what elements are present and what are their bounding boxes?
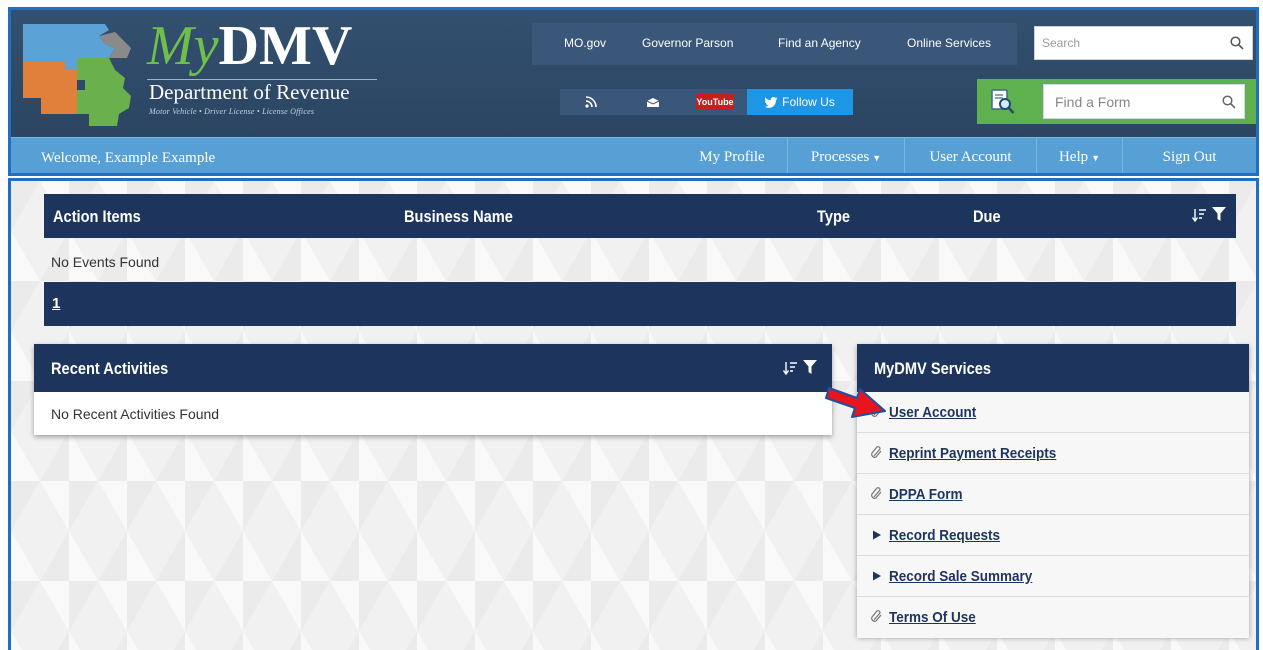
utility-link-governor[interactable]: Governor Parson — [642, 36, 733, 50]
utility-nav: MO.gov Governor Parson Find an Agency On… — [532, 23, 1017, 65]
search-icon[interactable] — [1230, 36, 1244, 50]
mydmv-services-header: MyDMV Services — [857, 344, 1249, 392]
logo-wordmark: MyDMV — [147, 16, 352, 76]
page-link-1[interactable]: 1 — [52, 295, 60, 312]
service-label[interactable]: DPPA Form — [889, 486, 963, 503]
site-search — [1034, 26, 1253, 60]
logo-my-text: My — [147, 15, 219, 77]
service-record-sale-summary[interactable]: Record Sale Summary — [857, 556, 1249, 597]
recent-activities-header: Recent Activities — [34, 344, 832, 392]
logo-dmv-text: DMV — [218, 15, 353, 77]
red-pointer-arrow-icon — [825, 387, 886, 418]
service-dppa-form[interactable]: DPPA Form — [857, 474, 1249, 515]
service-label[interactable]: Record Sale Summary — [889, 568, 1032, 585]
youtube-button[interactable]: YouTube — [684, 89, 746, 115]
rss-icon — [585, 96, 597, 108]
caret-down-icon: ▼ — [1091, 152, 1101, 163]
form-finder — [977, 79, 1256, 124]
service-user-account[interactable]: User Account — [857, 392, 1249, 433]
service-record-requests[interactable]: Record Requests — [857, 515, 1249, 556]
utility-link-online-services[interactable]: Online Services — [907, 36, 991, 50]
nav-help-label: Help — [1058, 149, 1089, 165]
rss-button[interactable] — [560, 89, 622, 115]
nav-my-profile[interactable]: My Profile — [677, 138, 787, 173]
expand-arrow-icon — [873, 571, 881, 581]
follow-us-button[interactable]: Follow Us — [747, 89, 853, 115]
recent-activities-tools — [783, 360, 817, 375]
mydmv-services-panel: MyDMV Services User Account Reprint Paym… — [857, 344, 1249, 638]
find-form-input[interactable] — [1044, 85, 1214, 118]
site-header: MyDMV Department of Revenue Motor Vehicl… — [8, 7, 1259, 176]
nav-help[interactable]: Help ▼ — [1036, 138, 1122, 173]
twitter-bird-icon — [765, 96, 778, 108]
action-items-table-header: Action Items Business Name Type Due — [44, 194, 1236, 238]
nav-processes-label: Processes — [810, 149, 870, 165]
caret-down-icon: ▼ — [872, 152, 882, 163]
recent-activities-panel: Recent Activities No Recent Activities F… — [34, 344, 832, 435]
mydmv-services-title: MyDMV Services — [874, 359, 992, 378]
action-items-pager: 1 — [44, 282, 1236, 326]
no-events-message: No Events Found — [51, 254, 160, 270]
service-label[interactable]: User Account — [889, 404, 976, 421]
service-label[interactable]: Record Requests — [889, 527, 1000, 544]
logo-subtitle: Motor Vehicle • Driver License • License… — [149, 107, 315, 116]
find-form-field — [1043, 84, 1245, 119]
header-top-bar: MyDMV Department of Revenue Motor Vehicl… — [11, 10, 1256, 137]
expand-arrow-icon — [873, 530, 881, 540]
mydmv-services-list: User Account Reprint Payment Receipts DP… — [857, 392, 1249, 638]
no-recent-activities-message: No Recent Activities Found — [51, 406, 220, 422]
recent-activities-title: Recent Activities — [51, 359, 169, 378]
filter-icon[interactable] — [803, 360, 817, 375]
link-icon — [871, 487, 882, 499]
follow-us-label: Follow Us — [782, 95, 835, 109]
column-business-name[interactable]: Business Name — [404, 207, 513, 227]
document-search-icon[interactable] — [991, 89, 1015, 115]
main-content: Action Items Business Name Type Due No E… — [8, 178, 1259, 650]
service-label[interactable]: Reprint Payment Receipts — [889, 445, 1056, 462]
nav-sign-out[interactable]: Sign Out — [1122, 138, 1256, 173]
nav-processes[interactable]: Processes ▼ — [787, 138, 904, 173]
search-input[interactable] — [1035, 27, 1225, 59]
mydmv-logo[interactable]: MyDMV Department of Revenue Motor Vehicl… — [19, 16, 399, 130]
service-terms-of-use[interactable]: Terms Of Use — [857, 597, 1249, 638]
column-type[interactable]: Type — [817, 207, 850, 227]
utility-link-find-agency[interactable]: Find an Agency — [778, 36, 861, 50]
service-label[interactable]: Terms Of Use — [889, 609, 976, 626]
column-action-items[interactable]: Action Items — [53, 207, 141, 227]
welcome-message: Welcome, Example Example — [41, 150, 216, 166]
service-reprint-payment-receipts[interactable]: Reprint Payment Receipts — [857, 433, 1249, 474]
sort-icon[interactable] — [1192, 208, 1206, 222]
utility-link-mo-gov[interactable]: MO.gov — [564, 36, 606, 50]
column-due[interactable]: Due — [973, 207, 1001, 227]
sort-icon[interactable] — [783, 361, 797, 375]
logo-department-text: Department of Revenue — [149, 80, 350, 104]
missouri-puzzle-logo-icon — [23, 24, 131, 126]
action-items-tools — [1192, 207, 1226, 222]
email-button[interactable] — [622, 89, 684, 115]
nav-user-account[interactable]: User Account — [904, 138, 1036, 173]
youtube-icon: YouTube — [696, 94, 734, 110]
filter-icon[interactable] — [1212, 207, 1226, 222]
link-icon — [871, 446, 882, 458]
email-icon — [646, 97, 660, 107]
social-links: YouTube Follow Us — [560, 89, 853, 115]
main-nav: Welcome, Example Example My Profile Proc… — [11, 137, 1256, 173]
link-icon — [871, 610, 882, 622]
find-form-search-icon[interactable] — [1222, 95, 1236, 109]
